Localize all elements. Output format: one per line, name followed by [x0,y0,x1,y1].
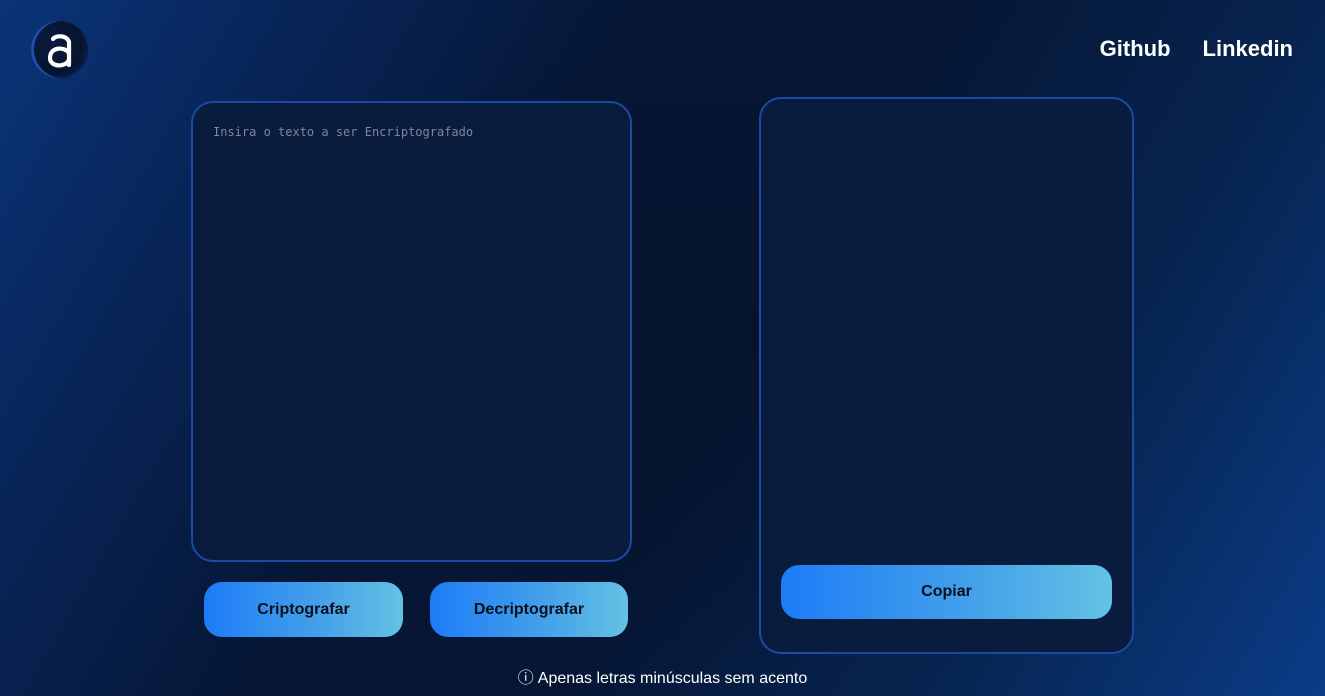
decrypt-button[interactable]: Decriptografar [430,582,628,637]
linkedin-link[interactable]: Linkedin [1203,36,1293,62]
logo [31,21,88,78]
input-panel [191,101,632,562]
output-text [761,99,1132,143]
logo-a-icon [47,33,71,67]
github-link[interactable]: Github [1100,36,1171,62]
info-note: ⓘ Apenas letras minúsculas sem acento [0,664,1325,688]
info-icon: ⓘ [517,670,534,687]
top-nav: Github Linkedin [1100,36,1293,62]
text-input[interactable] [193,103,630,560]
info-note-text: Apenas letras minúsculas sem acento [537,670,808,687]
encrypt-button[interactable]: Criptografar [204,582,403,637]
copy-button[interactable]: Copiar [781,565,1112,619]
